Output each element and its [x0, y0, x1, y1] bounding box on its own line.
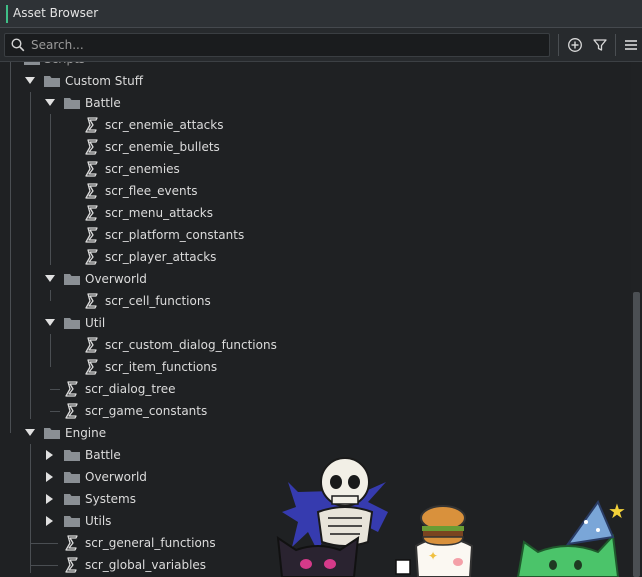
- tree-label: Overworld: [85, 272, 147, 286]
- script-icon: [85, 205, 98, 221]
- title-bar: Asset Browser: [0, 0, 642, 28]
- tree-label: scr_enemies: [105, 162, 180, 176]
- chevron-down-icon[interactable]: [45, 319, 55, 327]
- tree-row[interactable]: scr_enemie_attacks: [0, 114, 631, 136]
- add-icon[interactable]: [566, 36, 584, 54]
- script-icon: [85, 161, 98, 177]
- tree-label: scr_custom_dialog_functions: [105, 338, 277, 352]
- chevron-down-icon[interactable]: [25, 429, 35, 437]
- window-title: Asset Browser: [13, 6, 99, 20]
- tree-row[interactable]: scr_enemie_bullets: [0, 136, 631, 158]
- script-icon: [85, 249, 98, 265]
- tree-label: Systems: [85, 492, 136, 506]
- folder-icon: [44, 76, 60, 87]
- tree-label: Utils: [85, 514, 112, 528]
- tree-label: Util: [85, 316, 106, 330]
- mascot-decoration: ✦ ★: [276, 457, 626, 577]
- tree-row[interactable]: scr_item_functions: [0, 356, 631, 378]
- folder-icon: [64, 494, 80, 505]
- menu-icon[interactable]: [622, 36, 640, 54]
- tree-label: scr_cell_functions: [105, 294, 211, 308]
- search-input[interactable]: [31, 36, 531, 54]
- tree-row[interactable]: scr_menu_attacks: [0, 202, 631, 224]
- chevron-right-icon[interactable]: [46, 450, 54, 460]
- tree-row[interactable]: Util: [0, 312, 631, 334]
- toolbar-divider: [558, 34, 559, 56]
- folder-icon: [64, 516, 80, 527]
- tree-label: Battle: [85, 96, 121, 110]
- chevron-right-icon[interactable]: [46, 472, 54, 482]
- folder-icon: [24, 62, 40, 65]
- tree-row[interactable]: scr_custom_dialog_functions: [0, 334, 631, 356]
- folder-icon: [64, 450, 80, 461]
- script-icon: [85, 337, 98, 353]
- tree-label: scr_menu_attacks: [105, 206, 213, 220]
- script-icon: [85, 139, 98, 155]
- tree-label: scr_global_variables: [85, 558, 207, 572]
- svg-text:★: ★: [608, 499, 626, 523]
- tree-row[interactable]: scr_dialog_tree: [0, 378, 631, 400]
- folder-icon: [64, 318, 80, 329]
- script-icon: [65, 403, 78, 419]
- tree-label: Overworld: [85, 470, 147, 484]
- chevron-down-icon[interactable]: [45, 99, 55, 107]
- tree-row[interactable]: Battle: [0, 92, 631, 114]
- folder-icon: [44, 428, 60, 439]
- tree-label: scr_player_attacks: [105, 250, 217, 264]
- skeleton-figure: [282, 457, 388, 552]
- toolbar-divider: [615, 34, 616, 56]
- tree-row[interactable]: scr_game_constants: [0, 400, 631, 422]
- tree-row[interactable]: Engine: [0, 422, 631, 444]
- tree-row[interactable]: scr_cell_functions: [0, 290, 631, 312]
- tree-label: scr_game_constants: [85, 404, 208, 418]
- script-icon: [85, 183, 98, 199]
- tree-label: scr_enemie_bullets: [105, 140, 220, 154]
- tree-row[interactable]: scr_flee_events: [0, 180, 631, 202]
- title-accent: [6, 5, 8, 23]
- script-icon: [85, 227, 98, 243]
- tree-label-partial: Scripts: [44, 62, 85, 70]
- search-icon: [11, 38, 25, 52]
- svg-text:✦: ✦: [428, 549, 438, 563]
- burger-cat-figure: ✦: [414, 505, 474, 577]
- tree-label: scr_enemie_attacks: [105, 118, 224, 132]
- script-icon: [85, 293, 98, 309]
- folder-icon: [64, 274, 80, 285]
- script-icon: [65, 535, 78, 551]
- script-icon: [65, 557, 78, 573]
- tree-row[interactable]: scr_enemies: [0, 158, 631, 180]
- tree-row[interactable]: Overworld: [0, 268, 631, 290]
- toolbar: [0, 28, 642, 62]
- folder-icon: [64, 98, 80, 109]
- tree-label: scr_dialog_tree: [85, 382, 176, 396]
- chevron-right-icon[interactable]: [46, 516, 54, 526]
- filter-icon[interactable]: [591, 36, 609, 54]
- tree-label: Engine: [65, 426, 107, 440]
- tree-label: scr_item_functions: [105, 360, 218, 374]
- folder-icon: [64, 472, 80, 483]
- chevron-right-icon[interactable]: [46, 494, 54, 504]
- chevron-down-icon[interactable]: [25, 77, 35, 85]
- script-icon: [85, 117, 98, 133]
- green-cat-figure: ★: [516, 499, 626, 577]
- tree-row[interactable]: scr_platform_constants: [0, 224, 631, 246]
- chevron-down-icon[interactable]: [45, 275, 55, 283]
- tree-label: scr_flee_events: [105, 184, 198, 198]
- tree-label: Battle: [85, 448, 121, 462]
- tree-row-partial[interactable]: Scripts: [0, 62, 631, 70]
- tree-label: scr_platform_constants: [105, 228, 245, 242]
- script-icon: [85, 359, 98, 375]
- tree-row[interactable]: Custom Stuff: [0, 70, 631, 92]
- tree-label: Custom Stuff: [65, 74, 143, 88]
- tree-row[interactable]: scr_player_attacks: [0, 246, 631, 268]
- paper-note: [395, 559, 411, 575]
- search-box[interactable]: [4, 33, 550, 57]
- script-icon: [65, 381, 78, 397]
- tree-label: scr_general_functions: [85, 536, 216, 550]
